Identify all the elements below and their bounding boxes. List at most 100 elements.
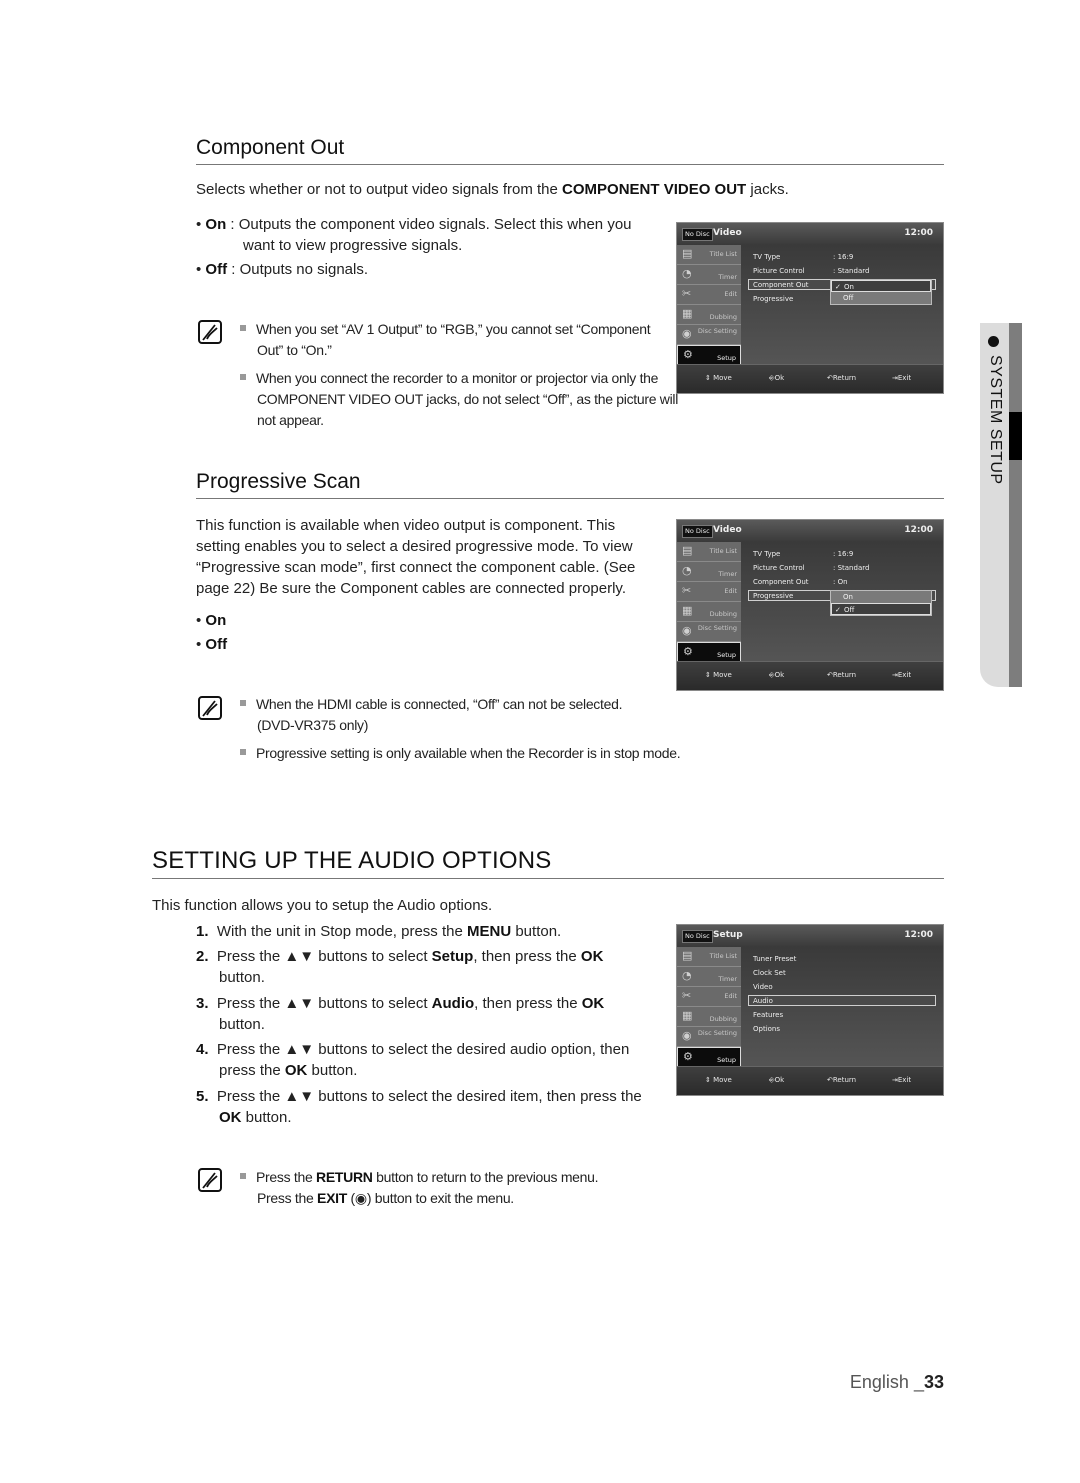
- clock-icon: ◔: [682, 267, 692, 280]
- menu-title-bar: No Disc Setup 12:00: [677, 925, 943, 947]
- note-icon: [198, 1168, 222, 1192]
- menu-row-picture-control[interactable]: Picture Control: [753, 267, 805, 275]
- sidebar-item-disc-setting[interactable]: ◉ Disc Setting: [677, 622, 741, 642]
- menu-row-value: : 16:9: [833, 253, 854, 261]
- page-footer: English _33: [849, 1372, 944, 1392]
- selected-row-highlight: [748, 995, 936, 1006]
- menu-row-picture-control[interactable]: Picture Control: [753, 564, 805, 572]
- note-item: Progressive setting is only available wh…: [240, 743, 681, 764]
- sidebar-item-title-list[interactable]: ▤ Title List: [677, 947, 741, 967]
- section-heading-progressive-scan: Progressive Scan: [196, 470, 361, 493]
- scissors-icon: ✂: [682, 989, 692, 1002]
- menu-row-tv-type[interactable]: TV Type: [753, 550, 780, 558]
- no-disc-badge: No Disc: [682, 228, 713, 241]
- dropdown-option-off[interactable]: ✓ Off: [831, 603, 931, 615]
- step-2: 2. Press the ▲▼ buttons to select Setup,…: [196, 948, 604, 965]
- menu-row-clock-set[interactable]: Clock Set: [753, 969, 786, 977]
- no-disc-badge: No Disc: [682, 930, 713, 943]
- menu-clock: 12:00: [904, 228, 933, 238]
- disc-icon: ◉: [682, 327, 692, 340]
- progressive-body-line: This function is available when video ou…: [196, 517, 616, 534]
- sidebar-item-dubbing[interactable]: ▦ Dubbing: [677, 602, 741, 622]
- menu-row-tv-type[interactable]: TV Type: [753, 253, 780, 261]
- sidebar-item-timer[interactable]: ◔ Timer: [677, 562, 741, 582]
- menu-row-audio[interactable]: Audio: [753, 997, 773, 1005]
- menu-row-video[interactable]: Video: [753, 983, 773, 991]
- note-item-cont: COMPONENT VIDEO OUT jacks, do not select…: [257, 391, 679, 407]
- sidebar-item-edit[interactable]: ✂ Edit: [677, 285, 741, 305]
- menu-row-tuner-preset[interactable]: Tuner Preset: [753, 955, 796, 963]
- dropdown-option-on[interactable]: On: [831, 591, 931, 603]
- sidebar-item-edit[interactable]: ✂ Edit: [677, 582, 741, 602]
- gear-icon: ⚙: [683, 1050, 693, 1063]
- sidebar-item-setup[interactable]: ⚙ Setup: [677, 642, 741, 663]
- tv-menu-progressive: No Disc Video 12:00 ▤ Title List ◔ Timer ✂…: [676, 519, 944, 691]
- menu-row-progressive[interactable]: Progressive: [753, 592, 793, 600]
- progressive-body-line: “Progressive scan mode”, first connect t…: [196, 559, 636, 576]
- sidebar-item-disc-setting[interactable]: ◉ Disc Setting: [677, 325, 741, 345]
- menu-row-options[interactable]: Options: [753, 1025, 780, 1033]
- sidebar-item-timer[interactable]: ◔ Timer: [677, 265, 741, 285]
- step-4: 4. Press the ▲▼ buttons to select the de…: [196, 1041, 630, 1058]
- step-2-cont: button.: [219, 969, 265, 986]
- sidebar-item-title-list[interactable]: ▤ Title List: [677, 245, 741, 265]
- gear-icon: ⚙: [683, 348, 693, 361]
- footer-return: ↶Return: [827, 374, 857, 382]
- note-item: When the HDMI cable is connected, “Off” …: [240, 694, 622, 715]
- disc-icon: ◉: [682, 624, 692, 637]
- no-disc-badge: No Disc: [682, 525, 713, 538]
- sidebar-item-dubbing[interactable]: ▦ Dubbing: [677, 305, 741, 325]
- menu-row-value: : Standard: [833, 267, 870, 275]
- film-icon: ▤: [682, 544, 693, 557]
- menu-footer: ⇕ Move ⎆Ok ↶Return ⇥Exit: [677, 661, 943, 690]
- chapter-strip: [1009, 323, 1022, 687]
- menu-row-value: : 16:9: [833, 550, 854, 558]
- progressive-body-line: setting enables you to select a desired …: [196, 538, 633, 555]
- gear-icon: ⚙: [683, 645, 693, 658]
- step-5-cont: OK button.: [219, 1109, 292, 1126]
- menu-row-features[interactable]: Features: [753, 1011, 783, 1019]
- check-icon: ✓: [835, 606, 841, 614]
- note-item-cont: Press the EXIT (◉) button to exit the me…: [257, 1190, 514, 1206]
- menu-row-progressive[interactable]: Progressive: [753, 295, 793, 303]
- menu-row-component-out[interactable]: Component Out: [753, 578, 809, 586]
- menu-content: TV Type : 16:9 Picture Control : Standar…: [741, 542, 943, 663]
- menu-title: Video: [713, 228, 742, 238]
- step-5: 5. Press the ▲▼ buttons to select the de…: [196, 1088, 642, 1105]
- menu-title-bar: No Disc Video 12:00: [677, 520, 943, 542]
- menu-title: Video: [713, 525, 742, 535]
- menu-row-value: : Standard: [833, 564, 870, 572]
- dropdown-option-off[interactable]: Off: [831, 292, 931, 304]
- note-item-cont: not appear.: [257, 412, 324, 428]
- dropdown-options: ✓ On Off: [830, 279, 932, 305]
- tv-menu-setup: No Disc Setup 12:00 ▤ Title List ◔ Timer ✂…: [676, 924, 944, 1096]
- note-icon: [198, 696, 222, 720]
- note-item-cont: Out” to “On.”: [257, 342, 332, 358]
- footer-move: ⇕ Move: [705, 374, 732, 382]
- clock-icon: ◔: [682, 969, 692, 982]
- sidebar-item-setup[interactable]: ⚙ Setup: [677, 1047, 741, 1068]
- dubbing-icon: ▦: [682, 307, 693, 320]
- exit-button-icon: ◉: [354, 1190, 367, 1206]
- clock-icon: ◔: [682, 564, 692, 577]
- dropdown-option-on[interactable]: ✓ On: [831, 280, 931, 292]
- menu-title: Setup: [713, 930, 743, 940]
- progressive-option-on: • On: [196, 612, 227, 629]
- menu-row-component-out[interactable]: Component Out: [753, 281, 809, 289]
- sidebar-item-edit[interactable]: ✂ Edit: [677, 987, 741, 1007]
- sidebar-item-disc-setting[interactable]: ◉ Disc Setting: [677, 1027, 741, 1047]
- menu-row-value: : On: [833, 578, 848, 586]
- sidebar-item-timer[interactable]: ◔ Timer: [677, 967, 741, 987]
- sidebar-item-title-list[interactable]: ▤ Title List: [677, 542, 741, 562]
- footer-exit: ⇥Exit: [892, 1076, 912, 1084]
- option-off: • Off : Outputs no signals.: [196, 261, 369, 278]
- footer-ok: ⎆Ok: [769, 1076, 785, 1084]
- option-on: • On : Outputs the component video signa…: [196, 216, 632, 233]
- footer-return: ↶Return: [827, 1076, 857, 1084]
- sidebar-item-setup[interactable]: ⚙ Setup: [677, 345, 741, 366]
- sidebar-item-dubbing[interactable]: ▦ Dubbing: [677, 1007, 741, 1027]
- film-icon: ▤: [682, 949, 693, 962]
- dropdown-options: On ✓ Off: [830, 590, 932, 616]
- heading-divider: [152, 878, 944, 879]
- footer-ok: ⎆Ok: [769, 374, 785, 382]
